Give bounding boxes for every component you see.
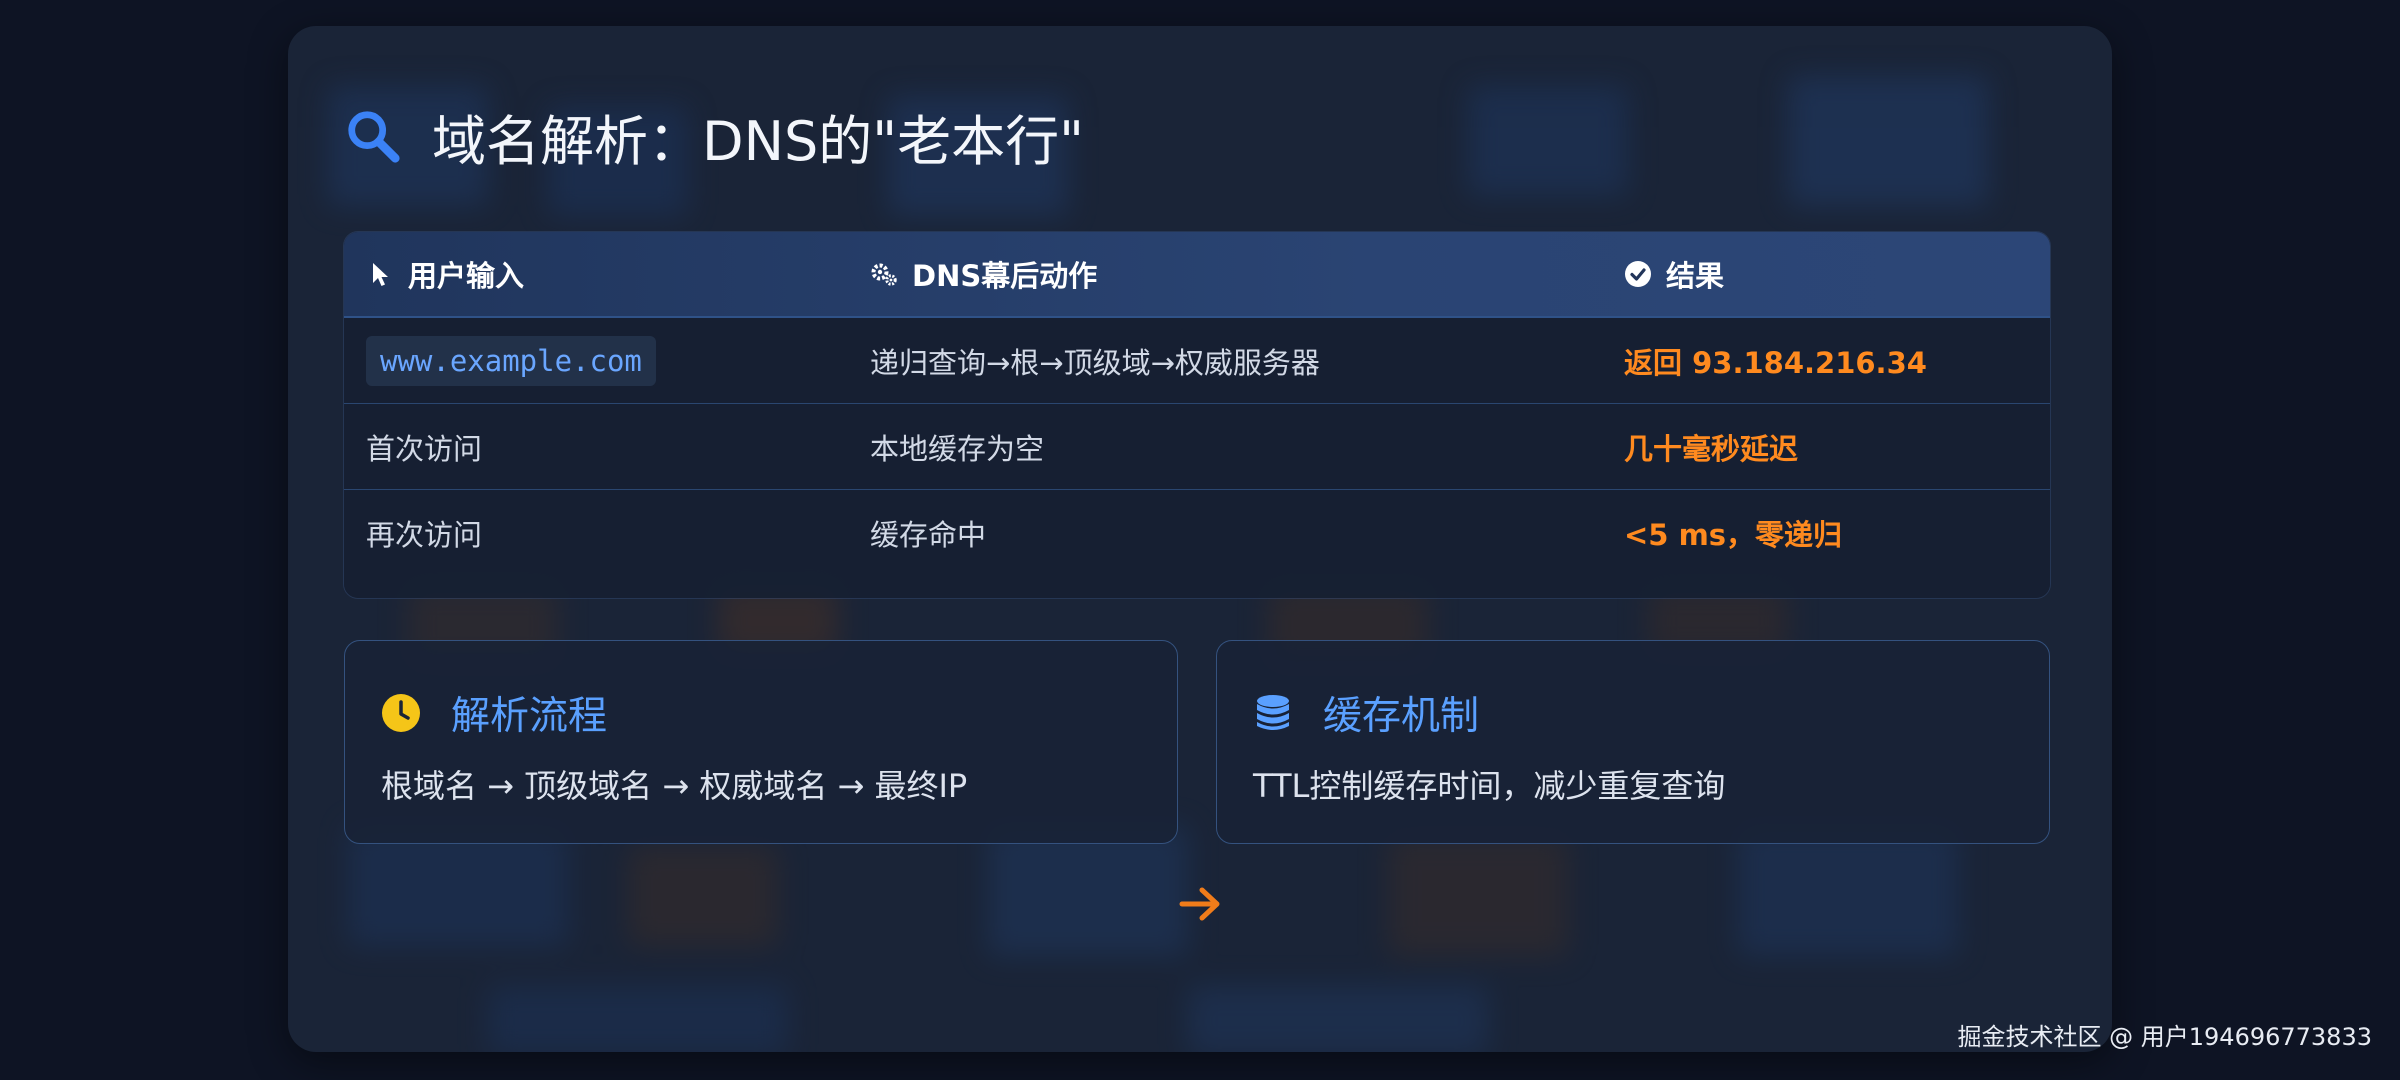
card-header: 缓存机制 <box>1253 685 1479 741</box>
cell-result: <5 ms，零递归 <box>1624 517 1843 552</box>
header-result: 结果 <box>1600 253 2050 295</box>
domain-code: www.example.com <box>366 335 656 386</box>
clock-icon <box>382 694 420 732</box>
search-icon <box>348 111 400 163</box>
header-label: DNS幕后动作 <box>912 259 1098 293</box>
slide-panel: 域名解析：DNS的"老本行" 用户输入 DNS幕后动作 结果 www.examp… <box>288 26 2112 1052</box>
cell-input: www.example.com <box>344 335 846 386</box>
cell-result: 返回 93.184.216.34 <box>1624 345 1927 380</box>
card-resolution-flow: 解析流程 根域名 → 顶级域名 → 权威域名 → 最终IP <box>344 640 1178 844</box>
card-title: 解析流程 <box>451 694 608 739</box>
table-row: 再次访问 缓存命中 <5 ms，零递归 <box>344 490 2050 575</box>
gears-icon <box>871 263 897 286</box>
cell-input: 首次访问 <box>366 431 483 466</box>
card-body: TTL控制缓存时间，减少重复查询 <box>1253 767 1726 805</box>
dns-table: 用户输入 DNS幕后动作 结果 www.example.com 递归查询→根→顶… <box>344 232 2050 598</box>
cursor-icon <box>373 263 388 286</box>
table-row: www.example.com 递归查询→根→顶级域→权威服务器 返回 93.1… <box>344 318 2050 404</box>
cell-action: 本地缓存为空 <box>870 431 1045 466</box>
page-title: 域名解析：DNS的"老本行" <box>432 109 1084 173</box>
database-icon <box>1257 695 1289 730</box>
header-user-input: 用户输入 <box>344 253 846 295</box>
cell-result: 几十毫秒延迟 <box>1624 431 1799 466</box>
cell-action: 递归查询→根→顶级域→权威服务器 <box>870 345 1320 380</box>
title-row: 域名解析：DNS的"老本行" <box>344 96 1084 176</box>
header-dns-action: DNS幕后动作 <box>846 253 1600 295</box>
arrow-right-icon[interactable] <box>1178 884 1222 924</box>
cell-action: 缓存命中 <box>870 517 987 552</box>
card-header: 解析流程 <box>381 685 607 741</box>
header-label: 用户输入 <box>408 259 525 293</box>
cell-input: 再次访问 <box>366 517 483 552</box>
table-header: 用户输入 DNS幕后动作 结果 <box>344 232 2050 318</box>
card-cache-mechanism: 缓存机制 TTL控制缓存时间，减少重复查询 <box>1216 640 2050 844</box>
watermark: 掘金技术社区 @ 用户194696773833 <box>1957 1023 2373 1051</box>
table-row: 首次访问 本地缓存为空 几十毫秒延迟 <box>344 404 2050 490</box>
check-circle-icon <box>1625 261 1651 287</box>
card-title: 缓存机制 <box>1323 694 1480 739</box>
card-body: 根域名 → 顶级域名 → 权威域名 → 最终IP <box>381 767 968 805</box>
header-label: 结果 <box>1666 259 1725 293</box>
